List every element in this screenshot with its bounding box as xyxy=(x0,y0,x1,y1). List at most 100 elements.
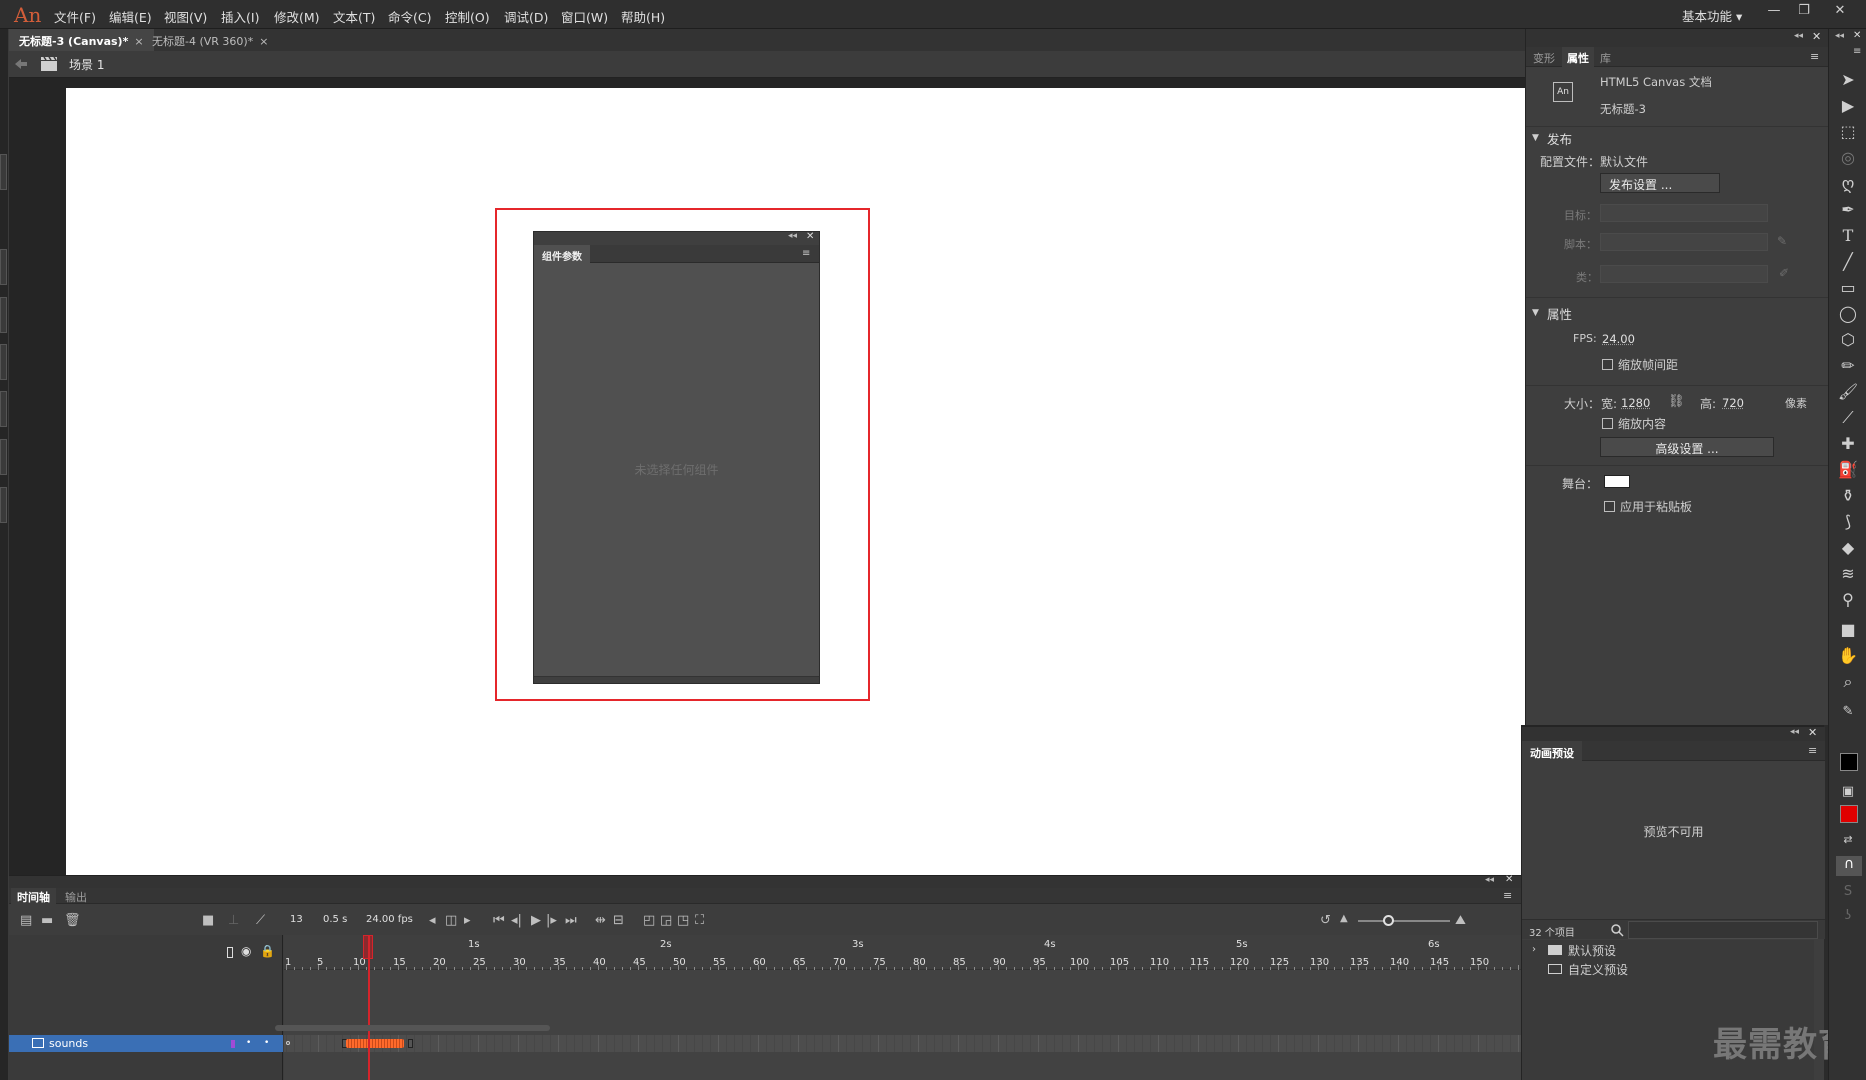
outline-icon[interactable] xyxy=(227,947,233,958)
tab-transform[interactable]: 变形 xyxy=(1533,50,1555,66)
camera-icon[interactable]: ■ xyxy=(202,913,214,928)
script-select[interactable] xyxy=(1600,233,1768,251)
stage-color-swatch[interactable] xyxy=(1604,475,1630,488)
rectangle-tool-icon[interactable]: ▭ xyxy=(1835,277,1861,299)
tab-motion-presets[interactable]: 动画预设 xyxy=(1522,741,1582,761)
lock-icon[interactable]: 🔒 xyxy=(260,944,275,958)
collapse-icon[interactable]: ◂◂ xyxy=(1835,31,1844,41)
delete-layer-icon[interactable]: 🗑 xyxy=(64,913,81,928)
frames-area[interactable]: 1 5 10 15 20 25 30 35 40 45 50 55 60 65 70 75 80 85 90 95 10… xyxy=(284,935,1521,1080)
dock-handle[interactable] xyxy=(0,487,7,523)
close-icon[interactable]: ✕ xyxy=(806,231,814,242)
polystar-tool-icon[interactable]: ⬡ xyxy=(1835,329,1861,351)
tab-timeline[interactable]: 时间轴 xyxy=(11,888,56,904)
menu-help[interactable]: 帮助(H) xyxy=(621,7,665,26)
playhead[interactable] xyxy=(368,935,370,1080)
menu-file[interactable]: 文件(F) xyxy=(54,7,96,26)
reset-icon[interactable]: ↺ xyxy=(1320,913,1331,928)
panel-menu-icon[interactable]: ≡ xyxy=(1503,889,1512,902)
frame-track-sounds[interactable] xyxy=(284,1035,1521,1052)
prev-keyframe-icon[interactable]: ◂ xyxy=(429,913,436,928)
straighten-icon[interactable]: ʖ xyxy=(1835,905,1861,927)
menu-control[interactable]: 控制(O) xyxy=(445,7,490,26)
current-frame[interactable]: 13 xyxy=(290,914,303,925)
close-icon[interactable]: ✕ xyxy=(1812,30,1821,43)
oval-tool-icon[interactable]: ◯ xyxy=(1835,303,1861,325)
stroke-color-swatch[interactable] xyxy=(1840,753,1858,771)
fill-color-swatch[interactable] xyxy=(1840,805,1858,823)
panel-menu-icon[interactable]: ≡ xyxy=(802,248,810,259)
chevron-right-icon[interactable]: › xyxy=(1532,944,1536,955)
last-frame-icon[interactable]: ⏭ xyxy=(565,913,577,928)
loop-icon[interactable]: ⇹ xyxy=(595,913,606,928)
play-icon[interactable]: ▶ xyxy=(531,913,541,928)
menu-view[interactable]: 视图(V) xyxy=(164,7,207,26)
zoom-slider-thumb[interactable] xyxy=(1383,915,1394,926)
width-tool-icon[interactable]: ≋ xyxy=(1835,563,1861,585)
folder-custom-presets[interactable]: 自定义预设 xyxy=(1568,961,1628,978)
onion-outline-icon[interactable]: ◲ xyxy=(660,913,672,928)
search-input[interactable] xyxy=(1628,921,1818,939)
lock-dot-icon[interactable]: • xyxy=(264,1038,269,1048)
next-keyframe-icon[interactable]: ▸ xyxy=(464,913,471,928)
fill-color-icon[interactable]: ▣ xyxy=(1835,781,1861,803)
zoom-in-icon[interactable]: ⛰ xyxy=(1455,913,1466,928)
line-tool-icon[interactable]: ╱ xyxy=(1835,251,1861,273)
pencil-tool-icon[interactable]: ✏ xyxy=(1835,355,1861,377)
frame-rate[interactable]: 24.00 fps xyxy=(366,914,413,925)
class-field[interactable] xyxy=(1600,265,1768,283)
publish-settings-button[interactable]: 发布设置 ... xyxy=(1600,173,1720,193)
ink-bottle-tool-icon[interactable]: ⚱ xyxy=(1835,485,1861,507)
collapse-icon[interactable]: ◂◂ xyxy=(1794,31,1803,41)
collapse-icon[interactable]: ◂◂ xyxy=(788,231,797,241)
collapse-icon[interactable]: ◂◂ xyxy=(1790,727,1799,737)
parent-layers-icon[interactable]: ⊥ xyxy=(228,913,239,928)
pin-tool-icon[interactable]: ⚲ xyxy=(1835,589,1861,611)
folder-default-presets[interactable]: 默认预设 xyxy=(1568,942,1616,959)
first-frame-icon[interactable]: ⏮ xyxy=(493,913,505,928)
graph-icon[interactable]: ⟋ xyxy=(256,913,265,928)
wrench-icon[interactable]: ✎ xyxy=(1777,234,1787,248)
doc-tab-vr360[interactable]: 无标题-4 (VR 360)* × xyxy=(142,29,278,51)
keyframe-empty[interactable] xyxy=(286,1041,290,1045)
menu-modify[interactable]: 修改(M) xyxy=(274,7,320,26)
close-icon[interactable]: ✕ xyxy=(1853,30,1861,41)
scrollbar-thumb[interactable] xyxy=(275,1025,550,1031)
dock-handle[interactable] xyxy=(0,439,7,475)
back-arrow-icon[interactable] xyxy=(14,58,28,70)
minimize-button[interactable]: — xyxy=(1760,3,1788,23)
menu-window[interactable]: 窗口(W) xyxy=(561,7,608,26)
subselection-tool-icon[interactable]: ▶ xyxy=(1835,95,1861,117)
bone-tool-icon[interactable]: ✚ xyxy=(1835,433,1861,455)
menu-insert[interactable]: 插入(I) xyxy=(221,7,259,26)
pen-tool-icon[interactable]: ✒ xyxy=(1835,199,1861,221)
eye-icon[interactable]: ◉ xyxy=(241,944,251,958)
triangle-down-icon[interactable]: ▼ xyxy=(1532,133,1539,143)
eraser-tool-icon[interactable]: ◆ xyxy=(1835,537,1861,559)
step-forward-icon[interactable]: |▸ xyxy=(546,913,557,928)
panel-menu-icon[interactable]: ≡ xyxy=(1808,744,1817,757)
dock-handle[interactable] xyxy=(0,249,7,285)
free-transform-tool-icon[interactable]: ⬚ xyxy=(1835,121,1861,143)
zoom-out-icon[interactable]: ▲ xyxy=(1340,913,1348,924)
panel-menu-icon[interactable]: ≡ xyxy=(1810,50,1819,63)
tab-component-parameters[interactable]: 组件参数 xyxy=(534,245,590,263)
onion-skin-icon[interactable]: ◰ xyxy=(643,913,655,928)
text-tool-icon[interactable]: T xyxy=(1835,225,1861,247)
menu-commands[interactable]: 命令(C) xyxy=(388,7,431,26)
menu-debug[interactable]: 调试(D) xyxy=(504,7,548,26)
link-icon[interactable]: ⛓ xyxy=(1668,394,1685,409)
width-value[interactable]: 1280 xyxy=(1621,396,1650,410)
menu-text[interactable]: 文本(T) xyxy=(333,7,375,26)
tab-library[interactable]: 库 xyxy=(1600,50,1611,66)
layer-color-icon[interactable] xyxy=(231,1040,235,1048)
stroke-color-icon[interactable]: ✎ xyxy=(1835,701,1861,723)
collapse-icon[interactable]: ◂◂ xyxy=(1485,875,1494,885)
close-icon[interactable]: × xyxy=(259,35,268,48)
time-ruler[interactable]: 1 5 10 15 20 25 30 35 40 45 50 55 60 65 70 75 80 85 90 95 10… xyxy=(284,935,1521,970)
zoom-slider-track[interactable] xyxy=(1358,920,1450,922)
timeline-scrollbar[interactable] xyxy=(275,1024,1512,1032)
lasso-tool-icon[interactable]: ღ xyxy=(1835,173,1861,195)
new-folder-icon[interactable]: ▬ xyxy=(41,913,53,928)
visibility-dot-icon[interactable]: • xyxy=(246,1038,251,1048)
